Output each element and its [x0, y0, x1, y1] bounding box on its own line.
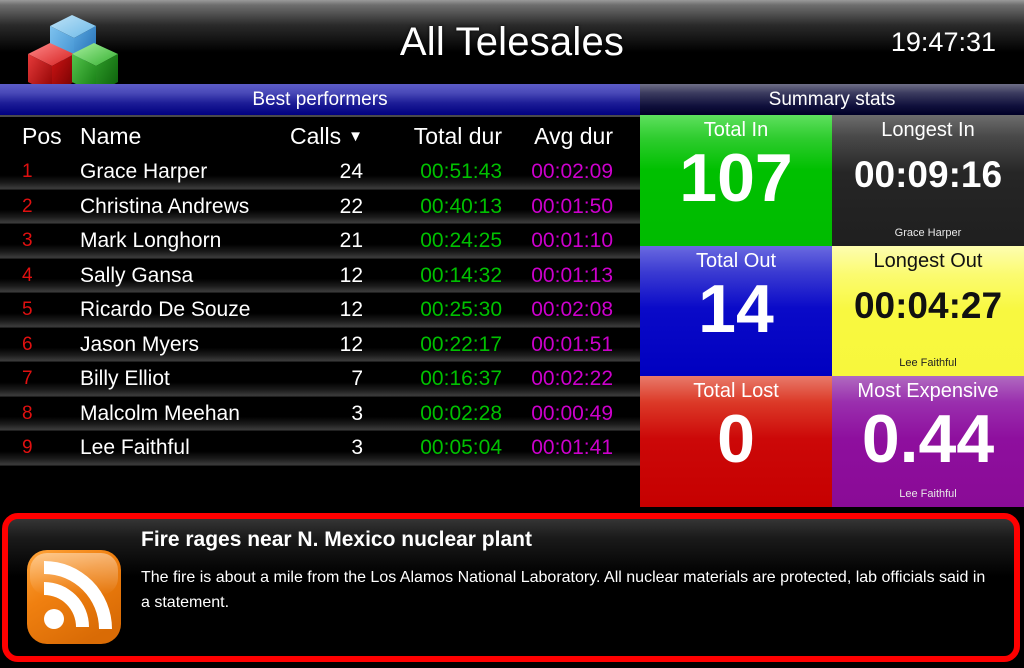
stat-tile-total-lost[interactable]: Total Lost 0 — [640, 376, 832, 507]
table-row[interactable]: 2 Christina Andrews 22 00:40:13 00:01:50 — [0, 190, 640, 225]
cell-total-dur: 00:14:32 — [380, 259, 502, 294]
cell-avg-dur: 00:02:22 — [500, 362, 613, 397]
clock: 19:47:31 — [891, 0, 996, 84]
col-header-calls-label: Calls — [290, 123, 341, 150]
table-row[interactable]: 5 Ricardo De Souze 12 00:25:30 00:02:08 — [0, 293, 640, 328]
dashboard-root: All Telesales 19:47:31 Best performers S… — [0, 0, 1024, 668]
cell-total-dur: 00:25:30 — [380, 293, 502, 328]
stat-subtitle: Lee Faithful — [832, 488, 1024, 500]
stat-value: 0 — [717, 405, 755, 473]
page-title: All Telesales — [0, 0, 1024, 84]
cell-calls: 12 — [255, 259, 363, 294]
table-row[interactable]: 4 Sally Gansa 12 00:14:32 00:01:13 — [0, 259, 640, 294]
cell-avg-dur: 00:02:09 — [500, 155, 613, 190]
cell-total-dur: 00:40:13 — [380, 190, 502, 225]
tab-summary-stats[interactable]: Summary stats — [640, 84, 1024, 115]
cell-total-dur: 00:05:04 — [380, 431, 502, 466]
cell-calls: 7 — [255, 362, 363, 397]
table-row[interactable]: 6 Jason Myers 12 00:22:17 00:01:51 — [0, 328, 640, 363]
table-row[interactable]: 3 Mark Longhorn 21 00:24:25 00:01:10 — [0, 224, 640, 259]
stat-subtitle: Grace Harper — [832, 227, 1024, 239]
stat-tile-longest-out[interactable]: Longest Out 00:04:27 Lee Faithful — [832, 246, 1024, 377]
stat-value: 00:09:16 — [854, 156, 1002, 193]
cell-avg-dur: 00:00:49 — [500, 397, 613, 432]
cell-total-dur: 00:16:37 — [380, 362, 502, 397]
table-row[interactable]: 9 Lee Faithful 3 00:05:04 00:01:41 — [0, 431, 640, 466]
cell-pos: 1 — [22, 155, 72, 190]
table-row[interactable]: 7 Billy Elliot 7 00:16:37 00:02:22 — [0, 362, 640, 397]
stat-value: 14 — [698, 275, 774, 343]
stat-value: 0.44 — [862, 405, 994, 473]
news-headline: Fire rages near N. Mexico nuclear plant — [141, 528, 998, 552]
stat-label: Most Expensive — [857, 380, 998, 403]
cell-total-dur: 00:22:17 — [380, 328, 502, 363]
tab-best-performers[interactable]: Best performers — [0, 84, 640, 115]
cell-pos: 4 — [22, 259, 72, 294]
cell-pos: 7 — [22, 362, 72, 397]
cell-pos: 8 — [22, 397, 72, 432]
table-row[interactable]: 1 Grace Harper 24 00:51:43 00:02:09 — [0, 155, 640, 190]
stat-tile-most-expensive[interactable]: Most Expensive 0.44 Lee Faithful — [832, 376, 1024, 507]
stat-tile-longest-in[interactable]: Longest In 00:09:16 Grace Harper — [832, 115, 1024, 246]
cell-calls: 12 — [255, 293, 363, 328]
stat-tile-total-out[interactable]: Total Out 14 — [640, 246, 832, 377]
cell-avg-dur: 00:01:10 — [500, 224, 613, 259]
rss-feed-icon — [26, 549, 122, 645]
cell-calls: 12 — [255, 328, 363, 363]
cell-avg-dur: 00:01:50 — [500, 190, 613, 225]
cell-calls: 3 — [255, 431, 363, 466]
header-bar: All Telesales 19:47:31 — [0, 0, 1024, 84]
stat-subtitle: Lee Faithful — [832, 357, 1024, 369]
cell-pos: 2 — [22, 190, 72, 225]
news-body: The fire is about a mile from the Los Al… — [141, 566, 990, 616]
tab-bar: Best performers Summary stats — [0, 84, 1024, 115]
col-header-pos[interactable]: Pos — [22, 117, 72, 155]
cell-calls: 24 — [255, 155, 363, 190]
best-performers-table: Pos Name Calls▼ Total dur Avg dur 1 Grac… — [0, 115, 640, 507]
stat-value: 107 — [679, 144, 792, 212]
cell-pos: 5 — [22, 293, 72, 328]
news-ticker-panel[interactable]: Fire rages near N. Mexico nuclear plant … — [2, 513, 1020, 662]
sort-descending-icon: ▼ — [348, 128, 363, 145]
stat-tile-total-in[interactable]: Total In 107 — [640, 115, 832, 246]
cell-total-dur: 00:24:25 — [380, 224, 502, 259]
stat-label: Longest In — [881, 119, 974, 142]
table-row[interactable]: 8 Malcolm Meehan 3 00:02:28 00:00:49 — [0, 397, 640, 432]
stat-label: Longest Out — [874, 250, 983, 273]
cell-total-dur: 00:02:28 — [380, 397, 502, 432]
cell-calls: 21 — [255, 224, 363, 259]
cell-calls: 22 — [255, 190, 363, 225]
stat-label: Total Out — [696, 250, 776, 273]
cell-total-dur: 00:51:43 — [380, 155, 502, 190]
cell-pos: 6 — [22, 328, 72, 363]
stat-label: Total In — [704, 119, 768, 142]
cell-avg-dur: 00:01:51 — [500, 328, 613, 363]
cell-avg-dur: 00:01:41 — [500, 431, 613, 466]
cell-pos: 9 — [22, 431, 72, 466]
col-header-avg-dur[interactable]: Avg dur — [500, 117, 613, 155]
cell-avg-dur: 00:01:13 — [500, 259, 613, 294]
stat-value: 00:04:27 — [854, 287, 1002, 324]
cell-pos: 3 — [22, 224, 72, 259]
stat-label: Total Lost — [693, 380, 779, 403]
col-header-total-dur[interactable]: Total dur — [380, 117, 502, 155]
table-header-row: Pos Name Calls▼ Total dur Avg dur — [0, 117, 640, 155]
summary-stats-panel: Total In 107 Longest In 00:09:16 Grace H… — [640, 115, 1024, 507]
cell-calls: 3 — [255, 397, 363, 432]
col-header-calls[interactable]: Calls ▼ — [255, 117, 363, 155]
cell-avg-dur: 00:02:08 — [500, 293, 613, 328]
